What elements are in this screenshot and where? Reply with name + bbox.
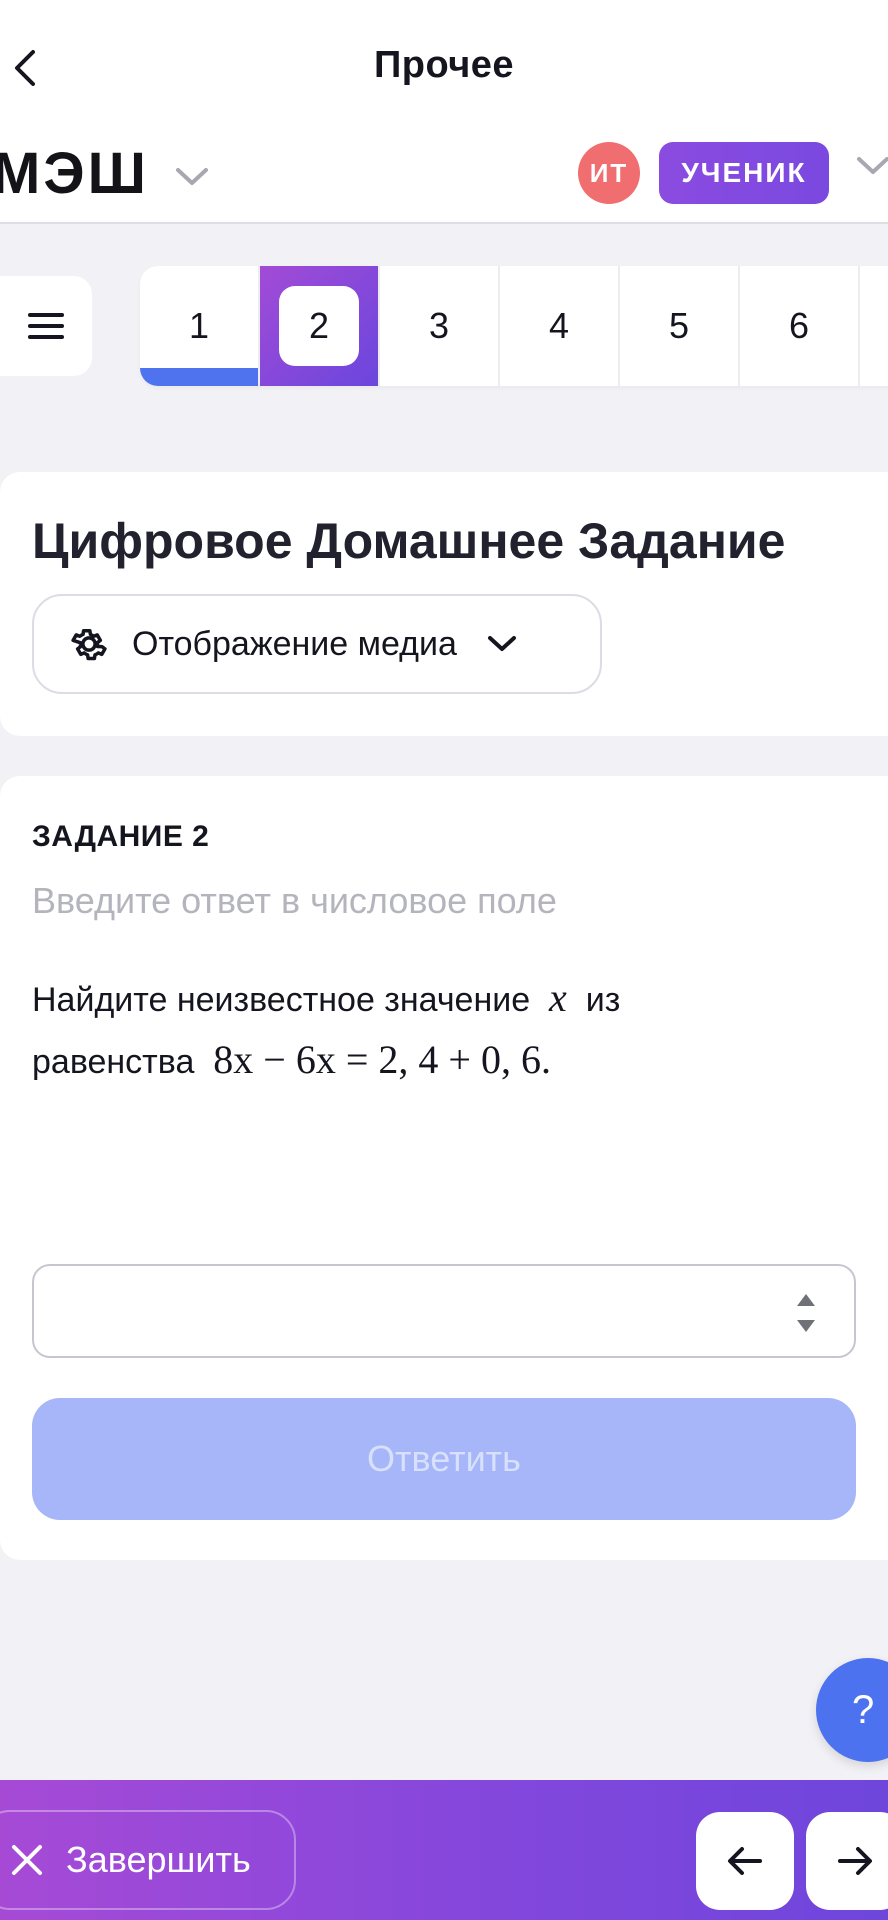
help-button[interactable]: ? bbox=[816, 1658, 888, 1762]
task-number: 5 bbox=[668, 305, 690, 346]
hamburger-menu-icon bbox=[28, 313, 64, 339]
brand-logo: МЭШ bbox=[0, 140, 149, 206]
finish-button[interactable]: Завершить bbox=[0, 1810, 296, 1910]
question-text-part: равенства bbox=[32, 1043, 195, 1081]
task-tab-4[interactable]: 4 bbox=[500, 266, 620, 386]
arrow-right-icon bbox=[838, 1847, 872, 1875]
media-display-label: Отображение медиа bbox=[132, 624, 457, 663]
task-number: 1 bbox=[188, 305, 210, 346]
chevron-down-icon bbox=[175, 168, 208, 185]
math-equation: 8x − 6x = 2, 4 + 0, 6. bbox=[213, 1037, 551, 1082]
media-display-dropdown[interactable]: Отображение медиа bbox=[32, 594, 602, 694]
submit-answer-button[interactable]: Ответить bbox=[32, 1398, 856, 1520]
chevron-down-icon bbox=[487, 636, 516, 651]
math-variable: x bbox=[549, 975, 567, 1020]
navbar-title: Прочее bbox=[373, 44, 515, 86]
chevron-down-icon[interactable] bbox=[856, 155, 888, 177]
menu-button[interactable] bbox=[0, 276, 92, 376]
question-text: Найдите неизвестное значение x из равенс… bbox=[32, 968, 852, 1092]
task-tab-1[interactable]: 1 bbox=[140, 266, 260, 386]
close-icon bbox=[12, 1845, 42, 1875]
previous-task-button[interactable] bbox=[696, 1812, 794, 1910]
gear-icon bbox=[71, 628, 107, 661]
question-label: ЗАДАНИЕ 2 bbox=[32, 820, 210, 853]
question-hint: Введите ответ в числовое поле bbox=[32, 880, 557, 921]
brand-switcher[interactable]: МЭШ bbox=[0, 138, 209, 208]
task-tab-2[interactable]: 2 bbox=[260, 266, 380, 386]
finish-label: Завершить bbox=[66, 1839, 251, 1880]
answer-number-field[interactable] bbox=[32, 1264, 856, 1358]
arrow-left-icon bbox=[728, 1847, 762, 1875]
task-tab-6[interactable]: 6 bbox=[740, 266, 860, 386]
task-number: 2 bbox=[308, 305, 330, 346]
task-number: 3 bbox=[428, 305, 450, 346]
task-strip: 1 2 3 4 5 6 bbox=[140, 266, 888, 386]
role-badge[interactable]: УЧЕНИК bbox=[659, 142, 829, 204]
question-text-part: Найдите неизвестное значение bbox=[32, 981, 531, 1019]
number-stepper-icon[interactable] bbox=[794, 1290, 818, 1336]
task-number-box: 2 bbox=[279, 286, 359, 366]
next-task-button[interactable] bbox=[806, 1812, 888, 1910]
avatar[interactable]: ИТ bbox=[578, 142, 640, 204]
task-tab-5[interactable]: 5 bbox=[620, 266, 740, 386]
answer-input[interactable] bbox=[54, 1266, 798, 1356]
page-title: Цифровое Домашнее Задание bbox=[32, 513, 786, 569]
task-number: 4 bbox=[548, 305, 570, 346]
question-text-part: из bbox=[585, 981, 621, 1019]
task-number: 6 bbox=[788, 305, 810, 346]
task-tab-3[interactable]: 3 bbox=[380, 266, 500, 386]
